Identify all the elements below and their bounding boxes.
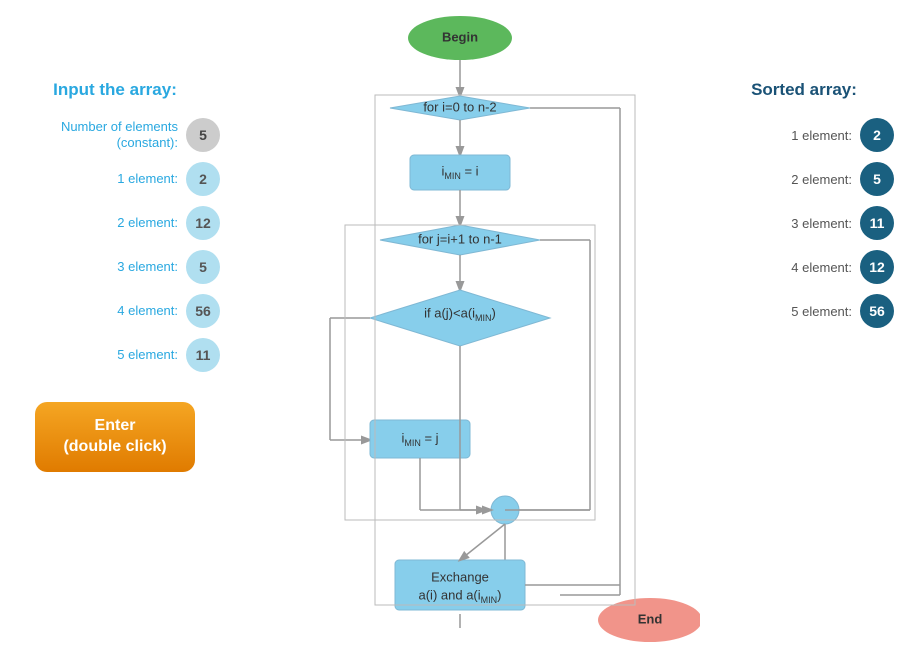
exchange-shape (395, 560, 525, 610)
sorted-1-row: 1 element: 2 (714, 118, 894, 152)
element-5-label: 5 element: (117, 347, 178, 363)
flowchart-svg: Begin for i=0 to n-2 iMIN = i for j=i+1 … (220, 0, 700, 664)
sorted-4-row: 4 element: 12 (714, 250, 894, 284)
left-panel: Input the array: Number of elements(cons… (10, 80, 220, 472)
sorted-2-row: 2 element: 5 (714, 162, 894, 196)
element-5-input[interactable]: 11 (186, 338, 220, 372)
sorted-1-value: 2 (860, 118, 894, 152)
element-2-row: 2 element: 12 (10, 206, 220, 240)
sorted-panel-title: Sorted array: (714, 80, 894, 100)
sorted-4-value: 12 (860, 250, 894, 284)
sorted-1-label: 1 element: (791, 128, 852, 143)
right-panel: Sorted array: 1 element: 2 2 element: 5 … (714, 80, 894, 338)
element-2-input[interactable]: 12 (186, 206, 220, 240)
num-elements-label: Number of elements(constant): (61, 119, 178, 150)
element-3-input[interactable]: 5 (186, 250, 220, 284)
junction-to-exchange (460, 524, 505, 560)
element-4-input[interactable]: 56 (186, 294, 220, 328)
element-3-label: 3 element: (117, 259, 178, 275)
loop1-label: for i=0 to n-2 (423, 99, 496, 114)
enter-button[interactable]: Enter(double click) (35, 402, 195, 472)
num-elements-value[interactable]: 5 (186, 118, 220, 152)
element-1-row: 1 element: 2 (10, 162, 220, 196)
element-4-label: 4 element: (117, 303, 178, 319)
sorted-5-label: 5 element: (791, 304, 852, 319)
sorted-3-value: 11 (860, 206, 894, 240)
sorted-4-label: 4 element: (791, 260, 852, 275)
inner-loop-border (345, 225, 595, 520)
flowchart-area: Begin for i=0 to n-2 iMIN = i for j=i+1 … (220, 0, 704, 664)
element-5-row: 5 element: 11 (10, 338, 220, 372)
element-1-label: 1 element: (117, 171, 178, 187)
end-label: End (638, 611, 663, 626)
element-4-row: 4 element: 56 (10, 294, 220, 328)
sorted-3-label: 3 element: (791, 216, 852, 231)
begin-label: Begin (442, 29, 478, 44)
num-elements-row: Number of elements(constant): 5 (10, 118, 220, 152)
loop2-label: for j=i+1 to n-1 (418, 231, 502, 246)
sorted-2-value: 5 (860, 162, 894, 196)
input-panel-title: Input the array: (10, 80, 220, 100)
element-3-row: 3 element: 5 (10, 250, 220, 284)
exchange-label-1: Exchange (431, 569, 489, 584)
sorted-2-label: 2 element: (791, 172, 852, 187)
sorted-5-row: 5 element: 56 (714, 294, 894, 328)
sorted-3-row: 3 element: 11 (714, 206, 894, 240)
sorted-5-value: 56 (860, 294, 894, 328)
element-2-label: 2 element: (117, 215, 178, 231)
element-1-input[interactable]: 2 (186, 162, 220, 196)
